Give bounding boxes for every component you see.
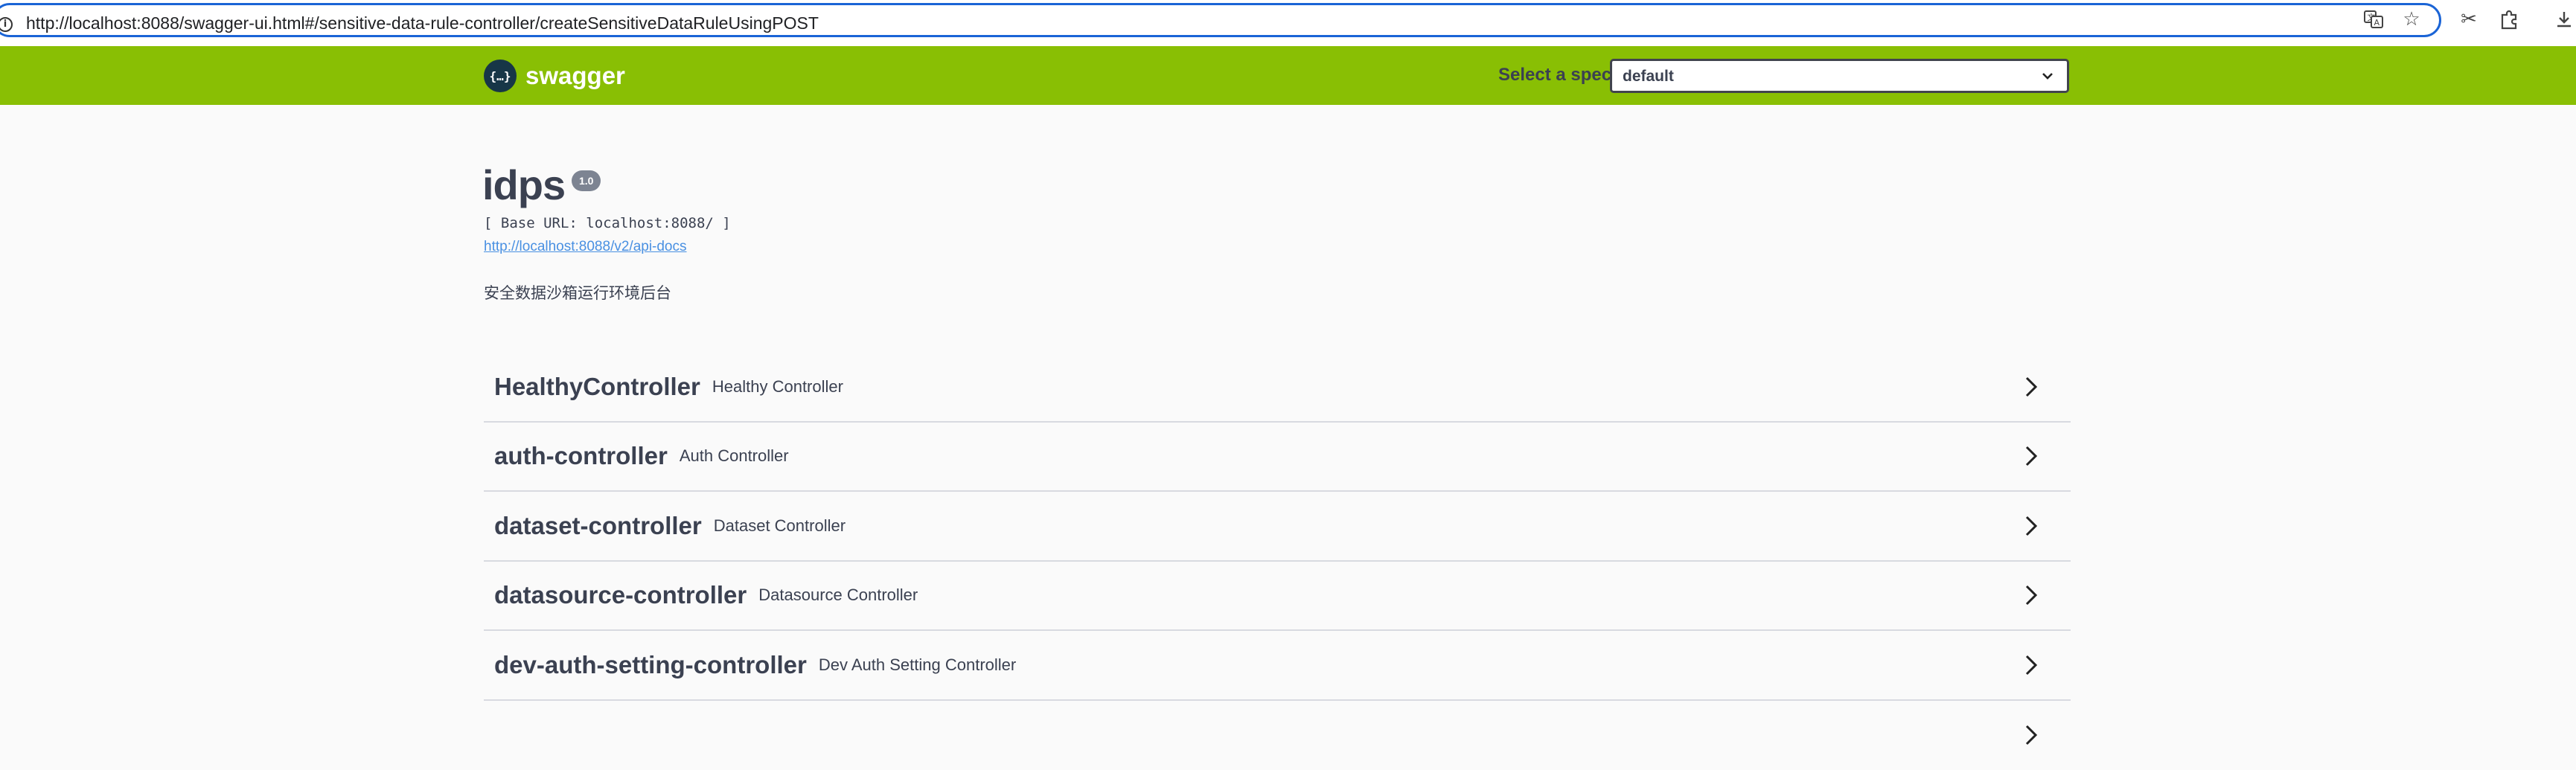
api-title: idps	[482, 161, 565, 209]
controller-row-auth[interactable]: auth-controller Auth Controller	[484, 423, 2071, 493]
chevron-right-icon[interactable]	[2024, 445, 2038, 467]
chevron-right-icon[interactable]	[2024, 515, 2038, 537]
chevron-right-icon[interactable]	[2024, 584, 2038, 606]
swagger-topbar: {…} swagger Select a spec default	[0, 46, 2576, 105]
info-icon[interactable]: i	[0, 17, 13, 32]
swagger-logo[interactable]: {…} swagger	[484, 60, 625, 92]
spec-select[interactable]: default	[1610, 59, 2069, 93]
spec-select-value: default	[1623, 68, 1674, 86]
chevron-right-icon[interactable]	[2024, 654, 2038, 676]
controller-description: Dataset Controller	[714, 516, 846, 536]
base-url: [ Base URL: localhost:8088/ ]	[484, 215, 731, 231]
extensions-icon[interactable]	[2496, 7, 2522, 32]
controller-description: Healthy Controller	[712, 377, 843, 397]
controller-name[interactable]: datasource-controller	[494, 581, 747, 609]
version-badge: 1.0	[572, 170, 601, 191]
controller-name[interactable]: dev-auth-setting-controller	[494, 651, 807, 679]
controller-row-datasource[interactable]: datasource-controller Datasource Control…	[484, 562, 2071, 632]
chevron-right-icon[interactable]	[2024, 724, 2038, 746]
api-docs-link[interactable]: http://localhost:8088/v2/api-docs	[484, 239, 687, 255]
url-text[interactable]: http://localhost:8088/swagger-ui.html#/s…	[26, 13, 819, 33]
chevron-down-icon	[2042, 70, 2054, 82]
bookmark-star-icon[interactable]: ☆	[2399, 7, 2424, 32]
controller-row-dataset[interactable]: dataset-controller Dataset Controller	[484, 492, 2071, 562]
browser-address-bar: i http://localhost:8088/swagger-ui.html#…	[0, 0, 2576, 46]
svg-text:A: A	[2374, 18, 2380, 28]
controller-name[interactable]: auth-controller	[494, 442, 668, 470]
chevron-right-icon[interactable]	[2024, 376, 2038, 398]
api-description: 安全数据沙箱运行环境后台	[484, 281, 671, 304]
spec-select-label: Select a spec	[1498, 65, 1611, 86]
swagger-logo-icon: {…}	[484, 60, 517, 92]
controller-row-dev-auth-setting[interactable]: dev-auth-setting-controller Dev Auth Set…	[484, 631, 2071, 701]
download-icon[interactable]	[2551, 7, 2576, 32]
controller-name[interactable]: HealthyController	[494, 373, 700, 401]
controller-description: Datasource Controller	[758, 585, 918, 605]
url-field[interactable]: i http://localhost:8088/swagger-ui.html#…	[0, 3, 2441, 37]
controller-description: Dev Auth Setting Controller	[819, 655, 1016, 675]
controller-description: Auth Controller	[680, 446, 789, 466]
controller-row-partial[interactable]	[484, 701, 2071, 770]
controller-row-healthy[interactable]: HealthyController Healthy Controller	[484, 353, 2071, 423]
translate-icon[interactable]: 文A	[2361, 7, 2386, 32]
scissors-icon[interactable]: ✂	[2456, 7, 2481, 32]
swagger-logo-text: swagger	[525, 62, 625, 90]
controller-list: HealthyController Healthy Controller aut…	[484, 353, 2071, 770]
controller-name[interactable]: dataset-controller	[494, 512, 702, 540]
